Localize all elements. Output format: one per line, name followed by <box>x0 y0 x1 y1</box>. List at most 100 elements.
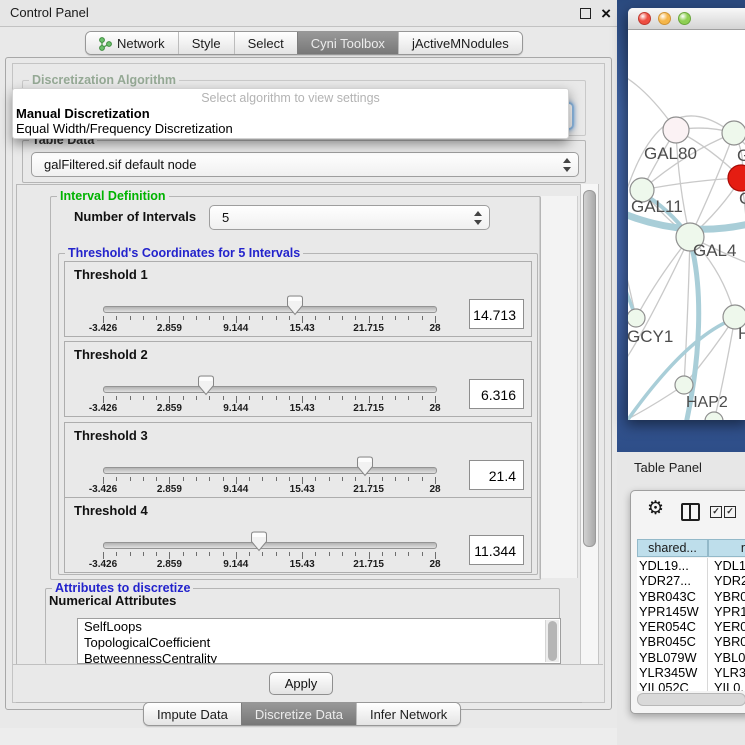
table-cell[interactable]: YBL079W <box>637 650 708 665</box>
table-cell[interactable]: YDR2... <box>708 573 745 588</box>
tab-cyni-toolbox[interactable]: Cyni Toolbox <box>297 32 398 54</box>
slider-tick <box>369 477 370 484</box>
float-window-icon[interactable] <box>580 8 591 19</box>
close-icon[interactable]: × <box>601 1 611 27</box>
table-row[interactable]: YDR27...YDR2... <box>637 573 745 588</box>
thresholds-group-title: Threshold's Coordinates for 5 Intervals <box>65 246 303 260</box>
network-edge[interactable] <box>642 178 741 190</box>
table-horizontal-scrollbar[interactable] <box>637 693 745 706</box>
slider-track[interactable] <box>103 542 437 549</box>
panel-scrollbar-track[interactable] <box>580 184 599 701</box>
slider-tick <box>355 477 356 481</box>
slider-tick <box>196 396 197 400</box>
network-node-g-node[interactable] <box>722 121 745 145</box>
threshold-value-field[interactable]: 11.344 <box>469 535 524 565</box>
close-traffic-light[interactable] <box>638 12 651 25</box>
list-scrollbar-track[interactable] <box>545 620 559 662</box>
control-panel-titlebar: Control Panel × <box>0 0 617 27</box>
network-edge[interactable] <box>684 317 735 385</box>
numerical-attributes-list[interactable]: SelfLoopsTopologicalCoefficientBetweenne… <box>77 618 561 664</box>
mode-tab-discretize-data[interactable]: Discretize Data <box>241 703 356 725</box>
table-cell[interactable]: YBL0... <box>708 650 745 665</box>
zoom-traffic-light[interactable] <box>678 12 691 25</box>
network-edge[interactable] <box>636 237 690 318</box>
slider-track[interactable] <box>103 467 437 474</box>
slider-tick <box>236 552 237 559</box>
attribute-list-item-betweennesscentrality[interactable]: BetweennessCentrality <box>78 651 560 664</box>
panel-scrollbar-thumb[interactable] <box>583 190 596 547</box>
table-cell[interactable]: YDL19... <box>637 558 708 573</box>
network-node-gal80[interactable] <box>663 117 689 143</box>
list-scrollbar-thumb[interactable] <box>548 621 557 661</box>
algorithm-dropdown-popup: Select algorithm to view settings Manual… <box>12 88 569 139</box>
checkbox-icon[interactable]: ✓ <box>724 506 736 518</box>
slider-tick <box>249 552 250 556</box>
table-cell[interactable]: YER0... <box>708 619 745 634</box>
table-cell[interactable]: YLR345W <box>637 665 708 680</box>
threshold-value-field[interactable]: 21.4 <box>469 460 524 490</box>
slider-tick <box>116 316 117 320</box>
slider-tick <box>249 396 250 400</box>
table-cell[interactable]: YBR043C <box>637 589 708 604</box>
slider-thumb[interactable] <box>250 531 268 552</box>
table-cell[interactable]: YIL0... <box>708 680 745 691</box>
checkbox-icon[interactable]: ✓ <box>710 506 722 518</box>
dropdown-item-manual-discretization[interactable]: Manual Discretization <box>16 106 150 121</box>
table-row[interactable]: YER054CYER0... <box>637 619 745 634</box>
table-row[interactable]: YDL19...YDL1... <box>637 558 745 573</box>
attribute-list-item-topologicalcoefficient[interactable]: TopologicalCoefficient <box>78 635 560 651</box>
table-row[interactable]: YPR145WYPR1... <box>637 604 745 619</box>
table-cell[interactable]: YPR145W <box>637 604 708 619</box>
tab-select[interactable]: Select <box>234 32 297 54</box>
threshold-value-field[interactable]: 14.713 <box>469 299 524 329</box>
slider-track[interactable] <box>103 306 437 313</box>
threshold-value-field[interactable]: 6.316 <box>469 379 524 409</box>
settings-gear-icon[interactable]: ⚙ <box>647 499 664 519</box>
attribute-list-item-selfloops[interactable]: SelfLoops <box>78 619 560 635</box>
table-row[interactable]: YBR045CYBR0... <box>637 634 745 649</box>
thresholds-scrollbar-track[interactable] <box>539 196 578 578</box>
table-cell[interactable]: YBR045C <box>637 634 708 649</box>
column-layout-icon[interactable] <box>681 503 700 521</box>
apply-button[interactable]: Apply <box>269 672 333 695</box>
network-canvas[interactable]: GAL80G.CGAL11GAL4GCY1HHAP2 <box>628 30 745 420</box>
slider-tick <box>435 552 436 559</box>
slider-tick <box>209 316 210 320</box>
network-node-bottom-node[interactable] <box>705 412 723 420</box>
table-row[interactable]: YBL079WYBL0... <box>637 650 745 665</box>
table-row[interactable]: YIL052CYIL0... <box>637 680 745 691</box>
table-cell[interactable]: YDR27... <box>637 573 708 588</box>
table-cell[interactable]: YIL052C <box>637 680 708 691</box>
network-node-hap2[interactable] <box>675 376 693 394</box>
network-window-titlebar[interactable] <box>628 8 745 30</box>
table-cell[interactable]: YDL1... <box>708 558 745 573</box>
minimize-traffic-light[interactable] <box>658 12 671 25</box>
slider-tick <box>342 477 343 481</box>
dropdown-placeholder-item[interactable]: Select algorithm to view settings <box>13 91 568 105</box>
table-cell[interactable]: YBR0... <box>708 589 745 604</box>
table-cell[interactable]: YBR0... <box>708 634 745 649</box>
table-cell[interactable]: YLR3... <box>708 665 745 680</box>
number-of-intervals-combobox[interactable]: 5 <box>209 205 490 230</box>
column-header-shared[interactable]: shared... <box>637 539 708 557</box>
slider-tick-label: 21.715 <box>345 323 393 334</box>
table-cell[interactable]: YER054C <box>637 619 708 634</box>
table-row[interactable]: YLR345WYLR3... <box>637 665 745 680</box>
slider-thumb[interactable] <box>356 456 374 477</box>
tab-jactivemnodules[interactable]: jActiveMNodules <box>398 32 522 54</box>
tab-network[interactable]: Network <box>86 32 178 54</box>
network-node-gcy1[interactable] <box>628 309 645 327</box>
table-cell[interactable]: YPR1... <box>708 604 745 619</box>
network-edge[interactable] <box>684 237 690 385</box>
column-header-na[interactable]: na... <box>708 539 745 557</box>
slider-track[interactable] <box>103 386 437 393</box>
slider-thumb[interactable] <box>286 295 304 316</box>
slider-thumb[interactable] <box>197 375 215 396</box>
network-edge[interactable] <box>628 385 684 420</box>
mode-tab-infer-network[interactable]: Infer Network <box>356 703 460 725</box>
table-row[interactable]: YBR043CYBR0... <box>637 589 745 604</box>
tab-style[interactable]: Style <box>178 32 234 54</box>
dropdown-item-equal-width-frequency[interactable]: Equal Width/Frequency Discretization <box>16 121 233 136</box>
table-data-combobox[interactable]: galFiltered.sif default node <box>31 152 579 177</box>
mode-tab-impute-data[interactable]: Impute Data <box>144 703 241 725</box>
